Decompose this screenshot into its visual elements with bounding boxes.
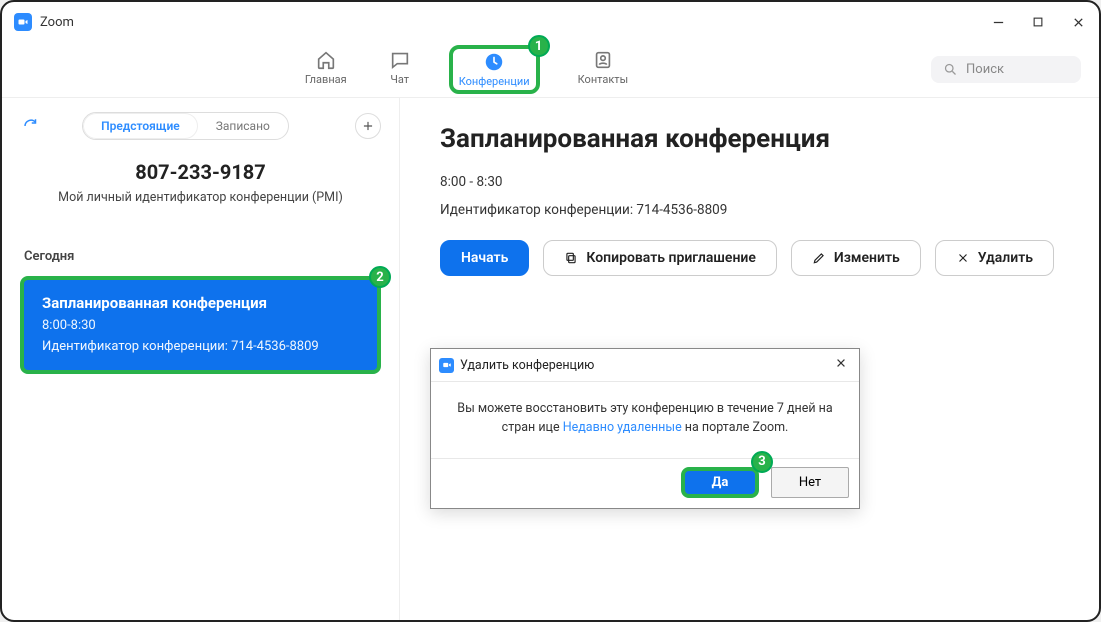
section-today: Сегодня — [24, 249, 381, 264]
delete-label: Удалить — [978, 250, 1033, 266]
clock-icon — [483, 51, 505, 73]
action-bar: Начать Копировать приглашение Изменить У… — [440, 240, 1059, 276]
tab-chat-label: Чат — [390, 73, 409, 86]
recently-deleted-link[interactable]: Недавно удаленные — [563, 420, 682, 435]
dialog-yes-button[interactable]: Да — [681, 467, 759, 498]
edit-button[interactable]: Изменить — [791, 240, 921, 276]
search-input[interactable]: Поиск — [931, 56, 1081, 83]
meeting-card-title: Запланированная конференция — [42, 294, 359, 312]
home-icon — [315, 49, 337, 71]
tab-recorded[interactable]: Записано — [198, 113, 288, 139]
start-button[interactable]: Начать — [440, 240, 529, 276]
tab-meetings[interactable]: 1 Конференции — [449, 45, 540, 94]
sidebar: Предстоящие Записано 807-233-9187 Мой ли… — [2, 98, 400, 620]
meeting-card-time: 8:00-8:30 — [42, 318, 359, 333]
dialog-header: Удалить конференцию — [431, 349, 859, 382]
meeting-card-id: Идентификатор конференции: 714-4536-8809 — [42, 339, 359, 354]
meeting-time: 8:00 - 8:30 — [440, 174, 1059, 190]
dialog-footer: 3 Да Нет — [431, 458, 859, 508]
delete-confirm-dialog: Удалить конференцию Вы можете восстанови… — [430, 348, 860, 509]
titlebar: Zoom — [2, 2, 1099, 42]
edit-label: Изменить — [834, 250, 900, 266]
x-icon — [956, 251, 970, 265]
refresh-icon — [22, 117, 40, 135]
close-button[interactable] — [1069, 13, 1087, 31]
main-panel: Запланированная конференция 8:00 - 8:30 … — [400, 98, 1099, 620]
top-navigation: Главная Чат 1 Конференции Контакты Поиск — [2, 42, 1099, 98]
search-icon — [943, 62, 958, 77]
pmi-number: 807-233-9187 — [20, 160, 381, 184]
callout-badge-1: 1 — [528, 35, 550, 57]
tab-home-label: Главная — [305, 73, 347, 86]
refresh-button[interactable] — [20, 115, 42, 137]
copy-invitation-button[interactable]: Копировать приглашение — [543, 240, 777, 276]
callout-badge-3: 3 — [751, 451, 773, 473]
callout-badge-2: 2 — [369, 266, 391, 288]
chat-icon — [389, 49, 411, 71]
copy-icon — [564, 251, 578, 265]
dialog-body: Вы можете восстановить эту конференцию в… — [431, 382, 859, 458]
delete-button[interactable]: Удалить — [935, 240, 1054, 276]
window-title: Zoom — [40, 15, 74, 30]
dialog-title: Удалить конференцию — [460, 358, 594, 373]
tab-contacts-label: Контакты — [578, 73, 629, 86]
meeting-card[interactable]: 2 Запланированная конференция 8:00-8:30 … — [20, 276, 381, 374]
dialog-text-post: на портале Zoom. — [682, 420, 789, 435]
dialog-no-button[interactable]: Нет — [771, 467, 849, 498]
tab-chat[interactable]: Чат — [385, 45, 415, 94]
zoom-app-icon — [14, 13, 32, 31]
close-icon — [835, 357, 847, 369]
page-title: Запланированная конференция — [440, 124, 1059, 154]
tab-meetings-label: Конференции — [459, 75, 530, 88]
zoom-mini-icon — [439, 358, 454, 373]
tab-upcoming[interactable]: Предстоящие — [83, 113, 198, 139]
dialog-close-button[interactable] — [831, 355, 851, 375]
add-meeting-button[interactable] — [355, 113, 381, 139]
minimize-button[interactable] — [989, 13, 1007, 31]
window-controls — [989, 13, 1087, 31]
sidebar-tabs: Предстоящие Записано — [82, 112, 289, 140]
contacts-icon — [592, 49, 614, 71]
copy-invitation-label: Копировать приглашение — [586, 250, 756, 266]
search-placeholder: Поиск — [966, 62, 1004, 77]
app-window: Zoom Главная Чат 1 Конференции — [0, 0, 1101, 622]
pmi-label: Мой личный идентификатор конференции (PM… — [20, 190, 381, 205]
meeting-id: Идентификатор конференции: 714-4536-8809 — [440, 202, 1059, 218]
maximize-button[interactable] — [1029, 13, 1047, 31]
tab-contacts[interactable]: Контакты — [574, 45, 633, 94]
tab-home[interactable]: Главная — [301, 45, 351, 94]
pencil-icon — [812, 251, 826, 265]
plus-icon — [361, 119, 375, 133]
pmi-block[interactable]: 807-233-9187 Мой личный идентификатор ко… — [20, 160, 381, 205]
